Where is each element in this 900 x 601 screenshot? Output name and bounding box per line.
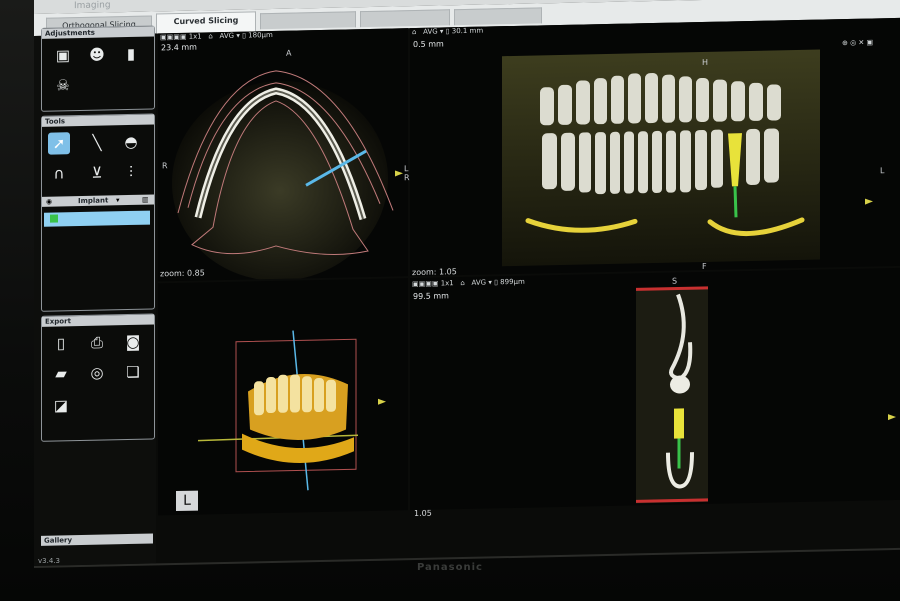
pages-icon[interactable]: ❏ — [122, 361, 144, 383]
tab-3[interactable] — [260, 11, 356, 30]
camera-icon[interactable]: ◙ — [122, 331, 144, 353]
cross-zoom: zoom: 1.05 — [412, 267, 457, 278]
export-screen-icon[interactable]: ◪ — [50, 394, 72, 416]
implant-icon[interactable]: ⫶ — [120, 161, 142, 183]
pano-label-head: H — [702, 57, 709, 68]
tools-header: Tools — [42, 114, 154, 127]
cross-section-image — [636, 286, 896, 504]
pano-label-left: L — [880, 166, 885, 176]
left-panel: Adjustments ▣ ☻ ▮ ☠ Tools ➚ ╲ ◓ ∩ ⊻ ⫶ Im… — [34, 25, 156, 567]
monitor-brand-logo: Panasonic — [417, 562, 483, 573]
axial-slider-marker[interactable] — [395, 170, 403, 177]
printer-icon[interactable]: ⎙ — [86, 331, 108, 353]
panoramic-view[interactable]: ⌂ AVG ▾ ▯ 30.1 mm 0.5 mm ⊕ ◎ ✕ ▣ H F L — [410, 17, 900, 277]
application-window: Imaging Orthogonal Slicing Curved Slicin… — [34, 0, 900, 569]
export-box: Export ▯ ⎙ ◙ ▰ ◎ ❏ ◪ — [41, 313, 155, 442]
document-icon[interactable]: ▯ — [50, 332, 72, 354]
axial-view[interactable]: ▣▣▣▣ 1x1 ⌂ AVG ▾ ▯ 180μm 23.4 mm A R L R… — [158, 28, 410, 282]
select-arrow-icon[interactable]: ➚ — [48, 132, 70, 155]
tooth-measure-icon[interactable]: ⊻ — [86, 161, 108, 183]
orientation-badge[interactable]: L — [176, 490, 198, 512]
window-title: Imaging — [74, 0, 111, 12]
pano-label-foot: F — [702, 261, 707, 272]
skull-icon[interactable]: ☻ — [86, 43, 108, 65]
implant-dropdown-label: Implant — [78, 196, 109, 206]
volume-view[interactable]: L B zoom: 1.05 — [158, 278, 438, 518]
tab-5[interactable] — [454, 7, 542, 26]
arch-curve-icon[interactable]: ∩ — [48, 162, 70, 184]
axial-zoom: zoom: 0.85 — [160, 268, 205, 279]
folder-icon[interactable]: ▰ — [50, 362, 72, 384]
image-adjust-icon[interactable]: ▣ — [52, 44, 74, 66]
volume-rendering — [197, 330, 386, 491]
trash-icon[interactable]: ▥ — [142, 195, 149, 205]
implant-dropdown[interactable]: Implant ◉ ▾ ▥ — [42, 194, 154, 207]
ruler-icon[interactable]: ╲ — [86, 131, 108, 153]
implant-list-row[interactable] — [44, 210, 150, 227]
adjustments-box: Adjustments ▣ ☻ ▮ ☠ — [41, 25, 155, 112]
panoramic-image — [502, 49, 873, 267]
chevron-down-icon[interactable]: ▾ — [116, 195, 120, 205]
mouse-icon[interactable]: ▮ — [120, 43, 142, 65]
export-header: Export — [42, 314, 154, 327]
tab-4[interactable] — [360, 9, 450, 28]
gallery-bar[interactable]: Gallery — [41, 533, 153, 546]
eye-icon[interactable]: ◉ — [46, 197, 52, 207]
cross-label-s: S — [672, 276, 678, 286]
panoramic-slider-marker[interactable] — [865, 198, 873, 205]
axial-slice-image — [172, 70, 403, 281]
tab-curved-slicing[interactable]: Curved Slicing — [156, 11, 256, 34]
implant-color-swatch — [50, 214, 58, 223]
tools-box: Tools ➚ ╲ ◓ ∩ ⊻ ⫶ Implant ◉ ▾ ▥ — [41, 113, 155, 312]
cross-section-view[interactable]: zoom: 1.05 ▣▣▣▣ 1x1 ⌂ AVG ▾ ▯ 899μm 99.5… — [410, 267, 900, 511]
disc-icon[interactable]: ◎ — [86, 361, 108, 383]
angle-protractor-icon[interactable]: ◓ — [120, 131, 142, 153]
skull-volume-icon[interactable]: ☠ — [52, 74, 74, 96]
adjustments-header: Adjustments — [42, 26, 154, 39]
